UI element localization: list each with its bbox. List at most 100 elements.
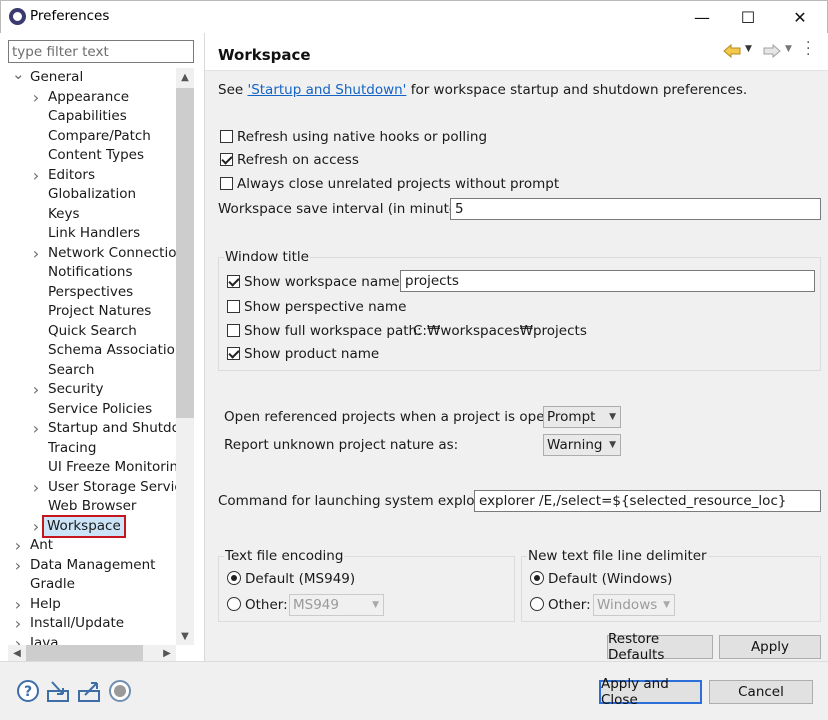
chevron-right-icon[interactable]: › bbox=[30, 517, 42, 536]
chevron-down-icon: ▼ bbox=[609, 412, 616, 422]
show-product-name-checkbox[interactable] bbox=[227, 347, 240, 360]
apply-and-close-button[interactable]: Apply and Close bbox=[599, 676, 702, 708]
close-button[interactable]: ✕ bbox=[777, 3, 823, 31]
tree-item-project-natures[interactable]: Project Natures bbox=[8, 302, 176, 321]
encoding-other-select[interactable]: MS949 ▼ bbox=[289, 594, 384, 616]
tree-item-compare-patch[interactable]: Compare/Patch bbox=[8, 127, 176, 146]
tree-item-schema-associations[interactable]: Schema Associations bbox=[8, 341, 176, 360]
help-icon[interactable]: ? bbox=[16, 679, 40, 703]
tree-item-network-connections[interactable]: › Network Connections bbox=[8, 244, 176, 263]
tree-item-tracing[interactable]: Tracing bbox=[8, 439, 176, 458]
forward-dropdown-icon[interactable]: ▼ bbox=[785, 44, 792, 54]
apply-button[interactable]: Apply bbox=[719, 635, 821, 659]
tree-item-java[interactable]: › Java bbox=[8, 634, 176, 646]
back-arrow-icon[interactable] bbox=[722, 43, 742, 59]
chevron-right-icon[interactable]: › bbox=[12, 595, 24, 614]
tree-horizontal-scroll-thumb[interactable] bbox=[26, 645, 143, 662]
chevron-right-icon[interactable]: › bbox=[12, 556, 24, 575]
back-dropdown-icon[interactable]: ▼ bbox=[745, 44, 752, 54]
line-delimiter-group-label: New text file line delimiter bbox=[527, 548, 708, 564]
tree-item-label: Ant bbox=[30, 537, 54, 553]
startup-shutdown-link[interactable]: 'Startup and Shutdown' bbox=[247, 82, 406, 98]
show-full-path-checkbox[interactable] bbox=[227, 324, 240, 337]
chevron-down-icon[interactable]: ⌄ bbox=[12, 68, 25, 87]
import-icon[interactable] bbox=[46, 679, 72, 703]
tree-item-ui-freeze-monitoring[interactable]: UI Freeze Monitoring bbox=[8, 458, 176, 477]
tree-item-label: Appearance bbox=[48, 88, 130, 105]
encoding-other-value: MS949 bbox=[293, 597, 339, 613]
filter-input[interactable] bbox=[8, 40, 194, 63]
chevron-right-icon[interactable]: › bbox=[12, 536, 24, 555]
forward-arrow-icon[interactable] bbox=[762, 43, 782, 59]
chevron-right-icon[interactable]: › bbox=[30, 88, 42, 107]
tree-item-data-management[interactable]: › Data Management bbox=[8, 556, 176, 575]
minimize-button[interactable]: — bbox=[679, 3, 725, 31]
show-workspace-name-checkbox[interactable] bbox=[227, 275, 240, 288]
tree-item-label: Startup and Shutdown bbox=[48, 420, 176, 436]
open-referenced-value: Prompt bbox=[547, 409, 596, 425]
tree-item-service-policies[interactable]: Service Policies bbox=[8, 400, 176, 419]
scroll-right-icon[interactable]: ▶ bbox=[158, 645, 176, 662]
tree-item-label: Web Browser bbox=[48, 498, 137, 514]
maximize-button[interactable]: ☐ bbox=[725, 3, 771, 31]
workspace-name-field[interactable]: projects bbox=[400, 270, 815, 292]
chevron-right-icon[interactable]: › bbox=[30, 166, 42, 185]
scroll-up-icon[interactable]: ▲ bbox=[176, 68, 194, 86]
tree-item-label: Editors bbox=[48, 166, 95, 183]
chevron-right-icon[interactable]: › bbox=[30, 478, 42, 497]
show-perspective-name-checkbox[interactable] bbox=[227, 300, 240, 313]
tree-item-content-types[interactable]: Content Types bbox=[8, 146, 176, 165]
chevron-right-icon[interactable]: › bbox=[30, 380, 42, 399]
tree-item-editors[interactable]: › Editors bbox=[8, 166, 176, 185]
tree-item-label: Quick Search bbox=[48, 322, 137, 339]
chevron-right-icon[interactable]: › bbox=[30, 419, 42, 438]
tree-item-workspace[interactable]: › Workspace bbox=[8, 514, 176, 538]
delimiter-default-radio[interactable] bbox=[530, 571, 544, 585]
chevron-right-icon[interactable]: › bbox=[30, 244, 42, 263]
record-icon[interactable] bbox=[108, 679, 132, 703]
tree-item-keys[interactable]: Keys bbox=[8, 205, 176, 224]
tree-item-web-browser[interactable]: Web Browser bbox=[8, 497, 176, 516]
tree-item-quick-search[interactable]: Quick Search bbox=[8, 322, 176, 341]
scroll-down-icon[interactable]: ▼ bbox=[176, 627, 194, 645]
preference-tree[interactable]: ⌄ General › Appearance Capabilities Compare/P… bbox=[8, 68, 176, 645]
encoding-other-radio[interactable] bbox=[227, 597, 241, 611]
tree-item-install-update[interactable]: › Install/Update bbox=[8, 614, 176, 633]
delimiter-other-select[interactable]: Windows ▼ bbox=[593, 594, 675, 616]
save-interval-field[interactable]: 5 bbox=[450, 198, 821, 220]
scroll-left-icon[interactable]: ◀ bbox=[8, 645, 26, 662]
tree-item-gradle[interactable]: Gradle bbox=[8, 575, 176, 594]
command-field[interactable]: explorer /E,/select=${selected_resource_… bbox=[474, 490, 821, 512]
intro-suffix: for workspace startup and shutdown prefe… bbox=[406, 82, 748, 98]
report-unknown-select[interactable]: Warning ▼ bbox=[543, 434, 621, 456]
tree-item-startup-and-shutdown[interactable]: › Startup and Shutdown bbox=[8, 419, 176, 438]
svg-text:?: ? bbox=[24, 684, 32, 700]
tree-item-capabilities[interactable]: Capabilities bbox=[8, 107, 176, 126]
tree-item-appearance[interactable]: › Appearance bbox=[8, 88, 176, 107]
view-menu-icon[interactable]: · · · bbox=[806, 36, 810, 62]
delimiter-other-radio[interactable] bbox=[530, 597, 544, 611]
header-divider bbox=[205, 70, 828, 71]
tree-item-perspectives[interactable]: Perspectives bbox=[8, 283, 176, 302]
encoding-default-radio[interactable] bbox=[227, 571, 241, 585]
tree-item-security[interactable]: › Security bbox=[8, 380, 176, 399]
tree-vertical-scroll-thumb[interactable] bbox=[176, 88, 194, 418]
chevron-right-icon[interactable]: › bbox=[12, 634, 24, 646]
tree-item-search[interactable]: Search bbox=[8, 361, 176, 380]
tree-item-user-storage-service[interactable]: › User Storage Service bbox=[8, 478, 176, 497]
tree-item-ant[interactable]: › Ant bbox=[8, 536, 176, 555]
tree-item-link-handlers[interactable]: Link Handlers bbox=[8, 224, 176, 243]
restore-defaults-button[interactable]: Restore Defaults bbox=[607, 631, 713, 663]
refresh-access-checkbox[interactable] bbox=[220, 153, 233, 166]
chevron-right-icon[interactable]: › bbox=[12, 614, 24, 633]
export-icon[interactable] bbox=[77, 679, 103, 703]
open-referenced-select[interactable]: Prompt ▼ bbox=[543, 406, 621, 428]
report-unknown-label: Report unknown project nature as: bbox=[224, 437, 459, 453]
tree-item-notifications[interactable]: Notifications bbox=[8, 263, 176, 282]
tree-item-general[interactable]: ⌄ General bbox=[8, 68, 176, 87]
tree-item-help[interactable]: › Help bbox=[8, 595, 176, 614]
tree-item-globalization[interactable]: Globalization bbox=[8, 185, 176, 204]
always-close-checkbox[interactable] bbox=[220, 177, 233, 190]
refresh-native-checkbox[interactable] bbox=[220, 130, 233, 143]
cancel-button[interactable]: Cancel bbox=[709, 680, 813, 704]
